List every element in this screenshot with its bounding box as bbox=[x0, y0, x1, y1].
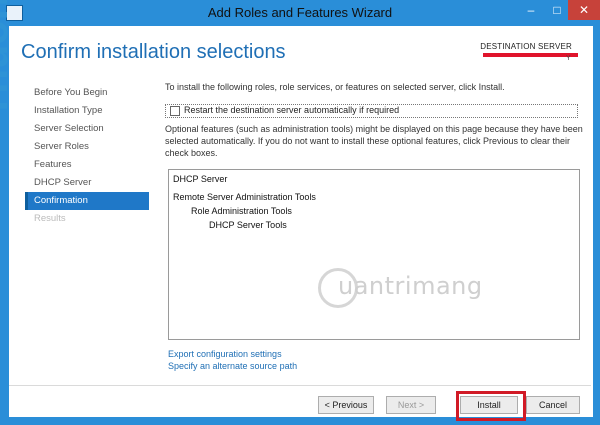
nav-item-features[interactable]: Features bbox=[25, 156, 149, 174]
restart-checkbox[interactable] bbox=[170, 106, 180, 116]
close-button[interactable]: ✕ bbox=[568, 0, 600, 20]
nav-item-confirmation[interactable]: Confirmation bbox=[25, 192, 149, 210]
export-settings-link[interactable]: Export configuration settings bbox=[168, 349, 282, 359]
side-watermark: Thuongtin.top bbox=[0, 0, 17, 118]
redaction-bar bbox=[483, 53, 578, 57]
intro-text: To install the following roles, role ser… bbox=[165, 82, 505, 92]
list-item: Remote Server Administration Tools bbox=[173, 192, 316, 202]
restart-checkbox-label[interactable]: Restart the destination server automatic… bbox=[184, 105, 399, 115]
footer-divider bbox=[9, 385, 591, 386]
cancel-button[interactable]: Cancel bbox=[526, 396, 580, 414]
page-title: Confirm installation selections bbox=[21, 41, 286, 63]
watermark-text: uantrimang bbox=[338, 272, 483, 300]
nav-item-server-roles[interactable]: Server Roles bbox=[25, 138, 149, 156]
list-item: DHCP Server bbox=[173, 174, 228, 184]
nav-item-installation-type[interactable]: Installation Type bbox=[25, 102, 149, 120]
previous-button[interactable]: < Previous bbox=[318, 396, 374, 414]
quantrimang-watermark: uantrimang bbox=[318, 268, 523, 314]
nav-item-dhcp-server[interactable]: DHCP Server bbox=[25, 174, 149, 192]
minimize-button[interactable]: – bbox=[518, 0, 544, 20]
list-item: Role Administration Tools bbox=[191, 206, 292, 216]
destination-server-label: DESTINATION SERVER bbox=[480, 42, 572, 51]
title-bar[interactable]: Add Roles and Features Wizard – □ ✕ bbox=[0, 0, 600, 26]
nav-item-results: Results bbox=[34, 213, 66, 224]
restart-option[interactable]: Restart the destination server automatic… bbox=[165, 104, 578, 118]
alternate-source-link[interactable]: Specify an alternate source path bbox=[168, 361, 297, 371]
maximize-button[interactable]: □ bbox=[544, 0, 570, 20]
window-title: Add Roles and Features Wizard bbox=[207, 5, 393, 20]
destination-server-value: Y bbox=[566, 55, 571, 62]
optional-features-note: Optional features (such as administratio… bbox=[165, 124, 583, 158]
list-item: DHCP Server Tools bbox=[209, 220, 287, 230]
next-button[interactable]: Next > bbox=[386, 396, 436, 414]
nav-item-server-selection[interactable]: Server Selection bbox=[25, 120, 149, 138]
nav-item-before-you-begin[interactable]: Before You Begin bbox=[25, 84, 149, 102]
wizard-nav: Before You Begin Installation Type Serve… bbox=[25, 84, 149, 228]
selection-list[interactable]: DHCP Server Remote Server Administration… bbox=[168, 169, 580, 340]
install-highlight-box bbox=[456, 391, 526, 421]
